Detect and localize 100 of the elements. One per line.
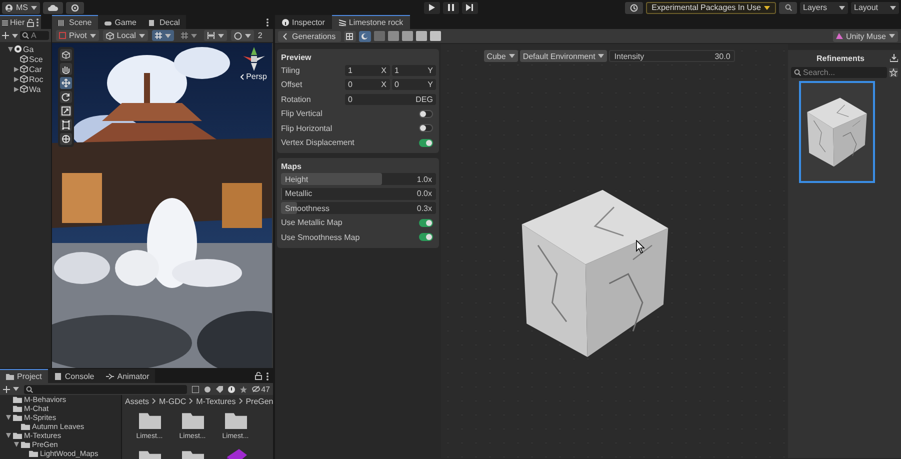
refinement-thumbnail[interactable] [799, 81, 875, 183]
move-tool-button[interactable] [60, 77, 72, 89]
rotate-tool-button[interactable] [60, 91, 72, 103]
pause-button[interactable] [442, 2, 458, 14]
play-button[interactable] [424, 2, 440, 14]
view-options-button[interactable] [60, 49, 72, 61]
grid-snap-button[interactable] [152, 30, 174, 41]
star-icon[interactable] [240, 386, 248, 392]
panel-tab[interactable]: Animator [100, 369, 156, 383]
intensity-field[interactable]: Intensity 30.0 [609, 50, 736, 62]
collapse-arrow-icon[interactable] [6, 415, 11, 420]
hidden-packages-toggle[interactable]: 47 [252, 384, 270, 394]
caret-icon [13, 387, 19, 391]
breadcrumb-item[interactable]: M-Textures [196, 396, 236, 406]
increment-button[interactable] [204, 30, 227, 41]
layout-dropdown[interactable]: Layout [851, 2, 899, 14]
grid-icon [154, 32, 162, 39]
filter-label-icon[interactable] [204, 386, 212, 392]
muse-dropdown[interactable]: Unity Muse [832, 30, 898, 42]
sphere-view-button[interactable] [358, 30, 371, 42]
account-button[interactable]: MS [2, 2, 40, 14]
collapse-arrow-icon[interactable] [14, 442, 19, 447]
warning-icon[interactable] [228, 386, 236, 392]
caret-icon [764, 6, 770, 10]
breadcrumb-item[interactable]: PreGen [246, 396, 273, 406]
tree-item[interactable]: Wa [29, 84, 41, 94]
more-icon[interactable] [266, 18, 269, 26]
search-field[interactable] [24, 384, 188, 394]
texture-swatch[interactable] [388, 31, 399, 41]
packages-dropdown[interactable]: Experimental Packages In Use [646, 2, 776, 14]
search-button[interactable] [779, 2, 797, 14]
add-button[interactable] [2, 30, 18, 41]
breadcrumb-item[interactable]: Assets [125, 396, 150, 406]
orientation-gizmo[interactable] [242, 47, 265, 71]
panel-tab[interactable]: Console [48, 369, 100, 383]
tree-item[interactable]: Car [29, 64, 42, 74]
expand-arrow-icon[interactable] [14, 66, 19, 72]
settings-button[interactable] [66, 2, 84, 14]
tree-item[interactable]: Roc [29, 74, 44, 84]
shading-dropdown[interactable] [230, 30, 254, 41]
tree-item[interactable]: Ga [23, 44, 34, 54]
cloud-button[interactable] [43, 2, 63, 14]
scene-view-tab[interactable]: Decal [142, 15, 186, 29]
more-icon[interactable] [266, 372, 269, 380]
toggle-switch[interactable] [419, 124, 433, 132]
transform-tool-button[interactable] [60, 133, 72, 145]
toggle-switch[interactable] [419, 110, 433, 118]
shape-dropdown[interactable]: Cube [484, 50, 518, 62]
download-icon[interactable] [890, 54, 898, 62]
texture-swatch[interactable] [402, 31, 413, 41]
back-button[interactable]: Generations [278, 30, 341, 42]
space-dropdown[interactable]: Local [102, 30, 148, 41]
expand-arrow-icon[interactable] [14, 76, 19, 82]
field-label: Rotation [281, 94, 312, 104]
pivot-dropdown[interactable]: Pivot [56, 30, 99, 41]
cube-icon [20, 85, 28, 93]
number-field[interactable]: 0 DEG [345, 94, 436, 105]
scene-view-tab[interactable]: Game [98, 15, 142, 29]
slider[interactable]: Smoothness 0.3x [281, 202, 436, 214]
hierarchy-tab[interactable]: Hier [0, 15, 41, 29]
texture-swatch[interactable] [374, 31, 385, 41]
scale-tool-button[interactable] [60, 105, 72, 117]
hand-tool-button[interactable] [60, 63, 72, 75]
history-button[interactable] [624, 2, 643, 14]
texture-swatch[interactable] [430, 31, 441, 41]
toggle-switch[interactable] [419, 218, 433, 227]
2d-toggle[interactable]: 2 [258, 30, 262, 41]
step-button[interactable] [462, 2, 478, 14]
slider[interactable]: Metallic 0.0x [281, 188, 436, 200]
search-field[interactable]: Search... [791, 67, 887, 78]
more-icon[interactable] [36, 18, 39, 27]
layers-dropdown[interactable]: Layers [800, 2, 848, 14]
number-field[interactable]: 0 Y [392, 79, 436, 90]
collapse-arrow-icon[interactable] [8, 46, 13, 52]
number-field[interactable]: 1 Y [392, 64, 436, 76]
inspector-tab[interactable]: Inspector [275, 15, 332, 29]
toggle-switch[interactable] [419, 138, 433, 147]
inspector-tab[interactable]: Limestone rock [332, 15, 410, 29]
slider[interactable]: Height 1.0x [281, 173, 436, 186]
number-field[interactable]: 1 X [345, 64, 390, 76]
breadcrumb-item[interactable]: M-GDC [159, 396, 186, 406]
environment-dropdown[interactable]: Default Environment [520, 50, 608, 62]
lock-icon[interactable] [255, 372, 262, 380]
add-button[interactable] [3, 384, 19, 394]
rect-tool-button[interactable] [60, 119, 72, 131]
scene-view-tab[interactable]: Scene [52, 15, 98, 29]
texture-swatch[interactable] [416, 31, 427, 41]
number-field[interactable]: 0 X [345, 79, 390, 90]
tag-icon[interactable] [216, 386, 224, 392]
filter-type-icon[interactable] [192, 386, 200, 392]
expand-arrow-icon[interactable] [14, 86, 19, 92]
lock-icon[interactable] [26, 18, 34, 26]
toggle-switch[interactable] [419, 233, 433, 242]
tree-item[interactable]: Sce [29, 54, 43, 64]
collapse-arrow-icon[interactable] [6, 433, 11, 438]
favorite-star-icon[interactable] [889, 68, 898, 77]
search-field[interactable]: A [20, 31, 49, 40]
panel-tab[interactable]: Project [0, 369, 48, 383]
grid-view-button[interactable] [344, 30, 356, 42]
camera-mode-label[interactable]: Persp [246, 72, 267, 81]
